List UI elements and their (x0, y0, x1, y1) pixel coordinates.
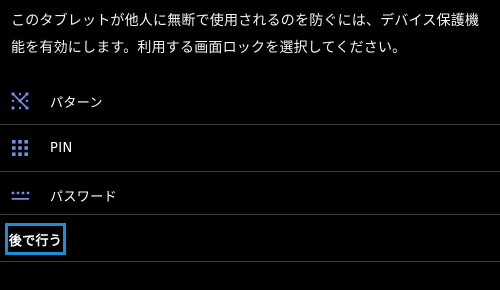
screen-lock-description: このタブレットが他人に無断で使用されるのを防ぐには、デバイス保護機能を有効にしま… (11, 13, 480, 56)
option-pin[interactable]: PIN (0, 124, 500, 171)
pattern-icon (11, 92, 29, 110)
screen-lock-option-list: パターン PIN パスワード (0, 78, 500, 218)
option-password[interactable]: パスワード (0, 171, 500, 218)
divider (0, 214, 500, 215)
divider (0, 261, 500, 262)
pin-icon (12, 140, 28, 156)
option-pin-label: PIN (50, 140, 73, 156)
password-icon (11, 191, 30, 200)
option-pattern[interactable]: パターン (0, 78, 500, 124)
option-pattern-label: パターン (50, 95, 103, 111)
later-button[interactable]: 後で行う (5, 223, 66, 255)
option-password-label: パスワード (50, 189, 118, 205)
